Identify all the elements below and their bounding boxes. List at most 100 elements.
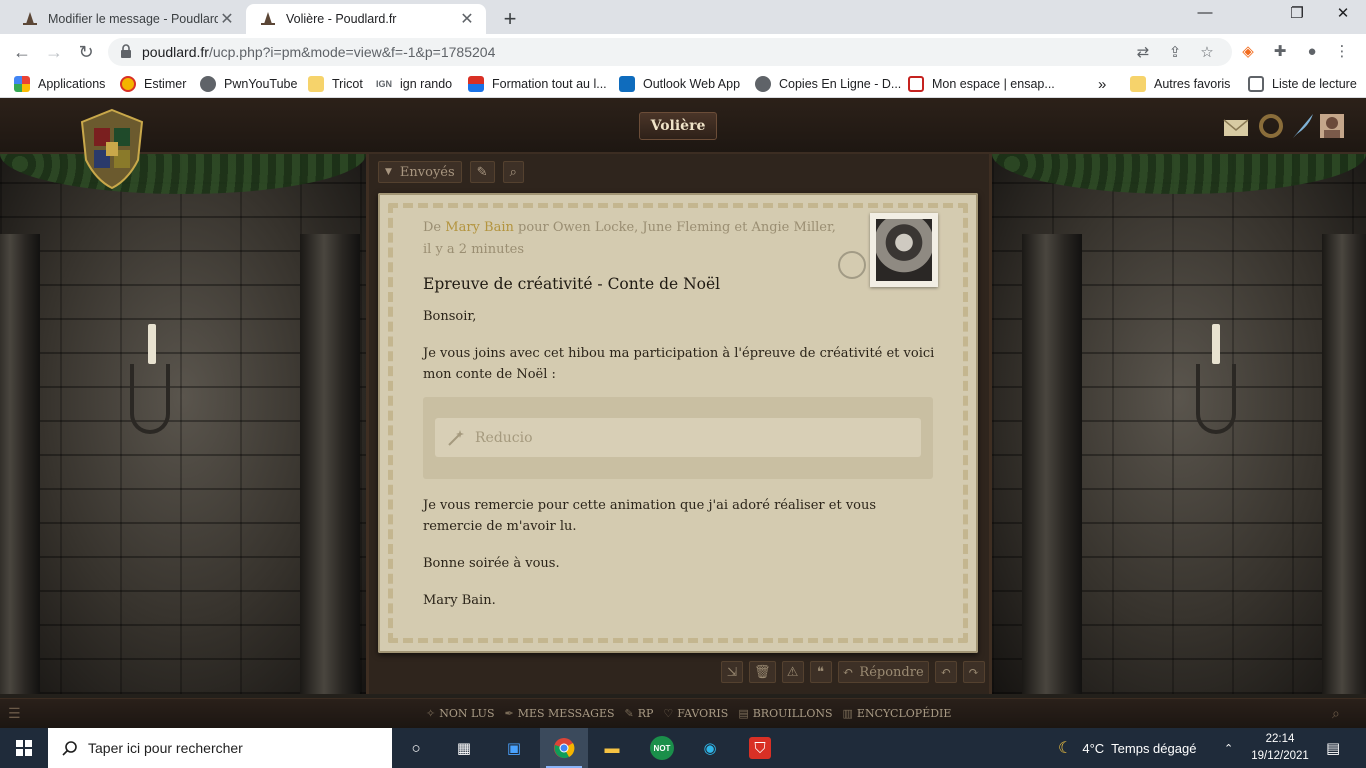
menu-kebab-icon[interactable]: ⋮ (1332, 42, 1352, 62)
search-icon[interactable]: ⌕ (502, 161, 524, 183)
bookmark-pwnyoutube[interactable]: PwnYouTube (200, 75, 297, 93)
system-clock[interactable]: 22:14 19/12/2021 (1244, 731, 1316, 765)
footer-link-label: FAVORIS (677, 707, 729, 720)
bookmark-tricot[interactable]: Tricot (308, 75, 363, 93)
spoiler-toggle-button[interactable]: Reducio (435, 418, 921, 457)
bookmark-applications[interactable]: Applications (14, 75, 105, 93)
bookmark-label: PwnYouTube (224, 77, 298, 91)
file-explorer-icon[interactable]: ▬ (588, 728, 636, 768)
calculator-app-icon[interactable]: ▣ (490, 728, 538, 768)
footer-link-favoris[interactable]: ♡ FAVORIS (663, 707, 728, 720)
footer-link-brouillons[interactable]: ▤ BROUILLONS (738, 707, 832, 720)
maximize-button[interactable]: ❐ (1274, 4, 1320, 22)
tab-title: Modifier le message - Poudlard.fr (48, 12, 218, 26)
notifications-icon[interactable]: ▤ (1326, 728, 1340, 768)
bookmark-ensap[interactable]: Mon espace | ensap... (908, 75, 1055, 93)
more-bookmarks-button[interactable]: » (1098, 75, 1106, 93)
footer-link-label: MES MESSAGES (517, 707, 615, 720)
start-button[interactable] (0, 728, 48, 768)
reply-arrow-icon: ↶ (842, 664, 854, 680)
footer-search-icon[interactable]: ⌕ (1332, 705, 1340, 722)
ensap-icon (908, 76, 924, 92)
delete-trash-icon[interactable]: 🗑 (749, 661, 776, 683)
share-icon[interactable]: ⇪ (1166, 44, 1184, 62)
hogwarts-crest-icon[interactable] (76, 104, 148, 192)
compose-pencil-icon[interactable]: ✎ (469, 161, 495, 183)
footer-link-rp[interactable]: ✎ RP (625, 707, 654, 720)
url-text[interactable]: poudlard.fr/ucp.php?i=pm&mode=view&f=-1&… (142, 44, 495, 60)
cortana-icon[interactable]: ○ (392, 728, 440, 768)
reload-button[interactable]: ↻ (74, 40, 98, 64)
forward-button[interactable]: → (42, 40, 66, 64)
not-app-icon[interactable]: NOT (638, 728, 686, 768)
reply-all-icon[interactable]: ↶ (934, 661, 957, 683)
ring-icon[interactable] (1257, 112, 1285, 140)
edge-app-icon[interactable]: ◉ (686, 728, 734, 768)
footer-link-non-lus[interactable]: ✧ NON LUS (426, 707, 495, 720)
sconce-decoration (1196, 364, 1236, 434)
tab-modifier-message[interactable]: Modifier le message - Poudlard.fr ✕ (8, 4, 246, 34)
reading-list-button[interactable]: Liste de lecture (1248, 75, 1357, 93)
quill-icon[interactable] (1289, 112, 1317, 140)
bookmark-estimer[interactable]: Estimer (120, 75, 186, 93)
close-tab-icon[interactable]: ✕ (218, 9, 236, 29)
close-tab-icon[interactable]: ✕ (458, 9, 476, 29)
author-link[interactable]: Mary Bain (445, 220, 514, 235)
tab-voliere[interactable]: Volière - Poudlard.fr ✕ (246, 4, 486, 34)
lock-icon[interactable] (120, 44, 132, 58)
chrome-app-icon[interactable] (540, 728, 588, 768)
bookmark-formation[interactable]: Formation tout au l... (468, 75, 607, 93)
user-avatar-icon[interactable] (1318, 112, 1346, 140)
search-icon (62, 741, 77, 756)
feather-icon: ✎ (624, 707, 634, 720)
taskbar-search-input[interactable]: Taper ici pour rechercher (48, 728, 392, 768)
footer-link-encyclopedie[interactable]: ▥ ENCYCLOPÉDIE (843, 707, 952, 720)
stone-pillar (300, 234, 360, 694)
footer-link-label: RP (637, 707, 654, 720)
letter-card: De Mary Bain pour Owen Locke, June Flemi… (378, 193, 978, 653)
formation-icon (468, 76, 484, 92)
move-folder-icon[interactable]: ⇲ (721, 661, 743, 683)
url-host: poudlard.fr (142, 44, 209, 60)
close-window-button[interactable]: ✕ (1320, 4, 1366, 22)
bookmark-other-favorites[interactable]: Autres favoris (1130, 75, 1230, 93)
footer-link-label: ENCYCLOPÉDIE (856, 707, 952, 720)
translate-icon[interactable]: ⇄ (1134, 44, 1152, 62)
books-icon: ▥ (842, 707, 853, 720)
folder-dropdown[interactable]: ▼ Envoyés (378, 161, 462, 183)
sparkle-icon: ✧ (426, 707, 436, 720)
bookmark-outlook[interactable]: Outlook Web App (619, 75, 740, 93)
back-button[interactable]: ← (10, 40, 34, 64)
extensions-puzzle-icon[interactable]: ✚ (1270, 42, 1290, 62)
envelope-icon[interactable] (1222, 112, 1250, 140)
brave-extension-icon[interactable]: ◈ (1238, 42, 1258, 62)
bookmark-copies-en-ligne[interactable]: Copies En Ligne - D... (755, 75, 901, 93)
report-warning-icon[interactable]: ⚠ (781, 661, 804, 683)
new-tab-button[interactable]: + (498, 6, 522, 32)
footer-menu-icon[interactable]: ☰ (8, 705, 21, 722)
footer-link-mes-messages[interactable]: ✒ MES MESSAGES (505, 707, 615, 720)
bookmark-label: Applications (38, 77, 106, 91)
bookmark-star-icon[interactable]: ☆ (1198, 44, 1216, 62)
chrome-logo-icon (554, 738, 575, 759)
minimize-button[interactable]: — (1182, 4, 1228, 21)
security-shield-app-icon[interactable]: ⛉ (736, 728, 784, 768)
weather-widget[interactable]: ☾ 4°C Temps dégagé (1058, 728, 1196, 768)
address-bar[interactable]: poudlard.fr/ucp.php?i=pm&mode=view&f=-1&… (108, 38, 1232, 66)
folder-label: Envoyés (399, 164, 455, 180)
bookmark-ign-rando[interactable]: IGN ign rando (376, 75, 452, 93)
stone-pillar (1022, 234, 1082, 694)
globe-icon (200, 76, 216, 92)
page-title: Volière (639, 112, 717, 140)
moon-icon: ☾ (1058, 740, 1073, 757)
reply-button[interactable]: ↶ Répondre (837, 661, 929, 683)
bookmark-label: ign rando (400, 77, 453, 91)
tray-overflow-icon[interactable]: ⌃ (1224, 728, 1233, 768)
quote-icon[interactable]: ❝ (809, 661, 832, 683)
task-view-icon[interactable]: ▦ (440, 728, 488, 768)
bookmark-label: Formation tout au l... (492, 77, 607, 91)
forward-arrow-icon[interactable]: ↷ (962, 661, 985, 683)
outlook-icon (619, 76, 635, 92)
profile-avatar-icon[interactable]: ● (1302, 42, 1322, 62)
bookmark-label: Mon espace | ensap... (932, 77, 1055, 91)
